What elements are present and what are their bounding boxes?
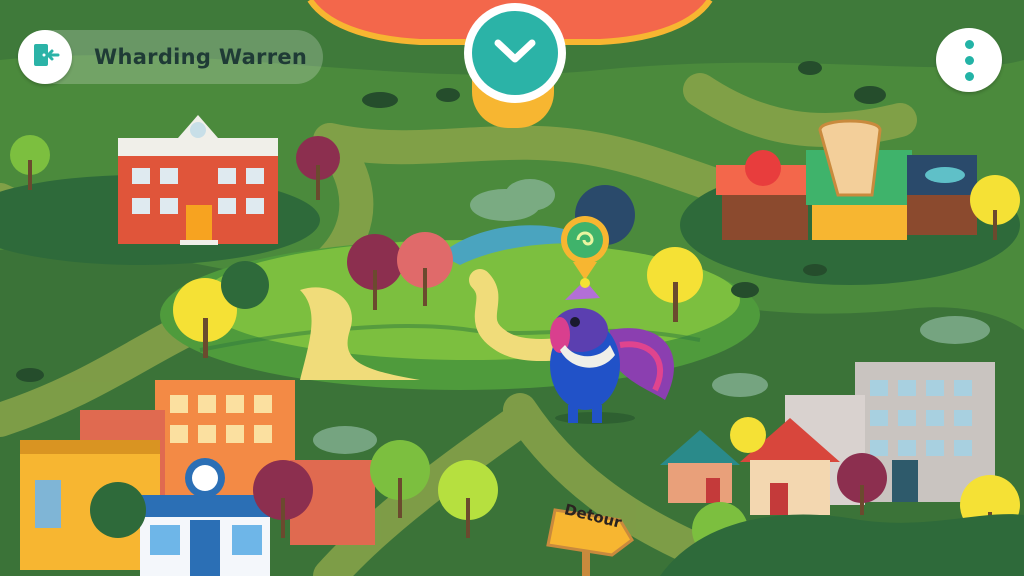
vertical-dots-icon — [964, 71, 974, 81]
exit-button[interactable] — [18, 30, 72, 84]
exit-door-icon — [30, 40, 60, 74]
chevron-down-icon — [492, 36, 538, 70]
expand-panel-button[interactable] — [464, 3, 566, 103]
menu-button[interactable] — [936, 28, 1002, 92]
player-name: Wharding Warren — [94, 45, 308, 69]
player-name-pill: Wharding Warren — [18, 30, 323, 84]
vertical-dots-icon — [964, 39, 974, 49]
expand-button-face — [472, 11, 558, 95]
vertical-dots-icon — [964, 55, 974, 65]
